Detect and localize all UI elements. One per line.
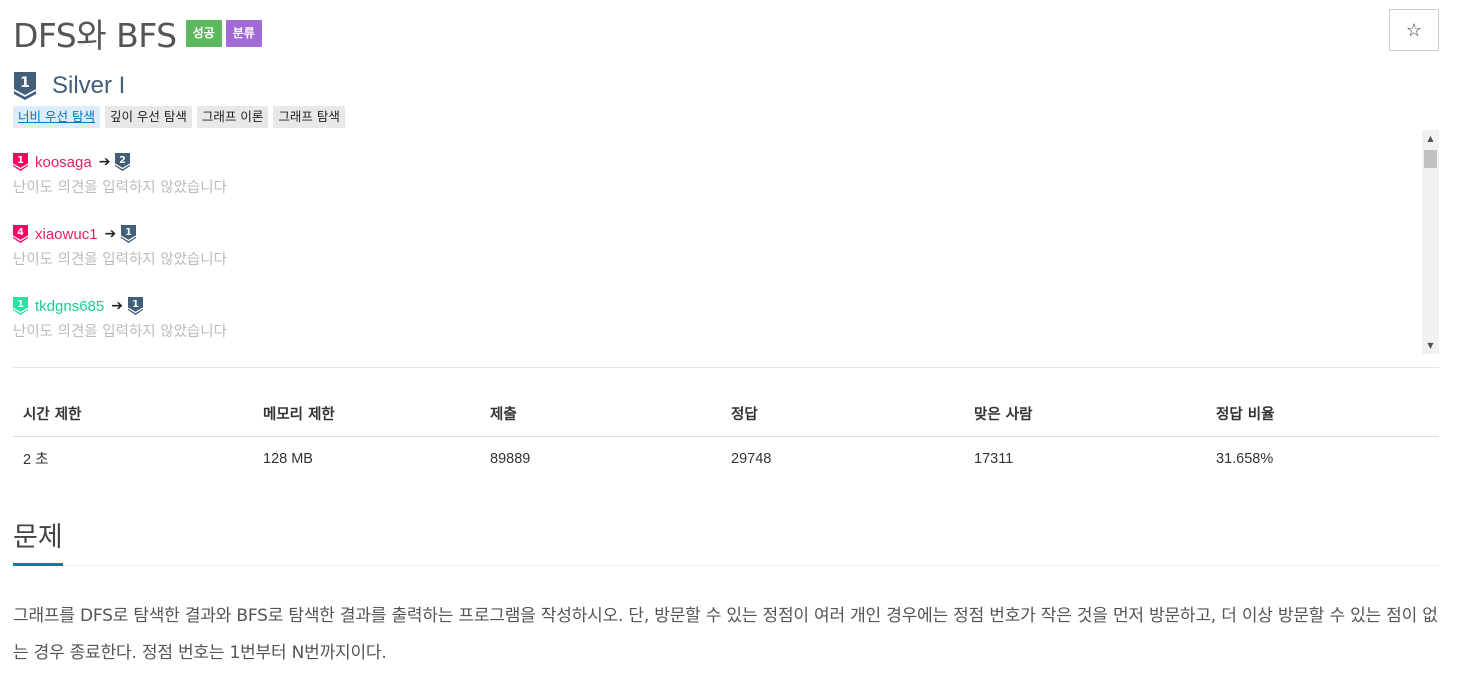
title-row: DFS와 BFS 성공 분류: [13, 10, 262, 56]
scroll-thumb[interactable]: [1424, 150, 1437, 168]
opinion-text: 난이도 의견을 입력하지 않았습니다: [13, 324, 227, 340]
silver-tier-icon: 1: [121, 225, 137, 243]
time-limit-value: 2 초: [23, 452, 49, 469]
arrow-icon: ➔: [98, 154, 111, 170]
tier-name: Silver I: [52, 72, 126, 99]
tier-row: 1 Silver I: [13, 70, 125, 102]
to-tier-number: 2: [120, 155, 127, 166]
from-tier-number: 1: [17, 299, 24, 310]
tag-graph-traversal[interactable]: 그래프 탐색: [273, 106, 345, 128]
header-accepted: 정답: [721, 391, 964, 437]
header-accept-ratio: 정답 비율: [1206, 391, 1439, 437]
scroll-up-icon[interactable]: ▲: [1422, 130, 1439, 147]
opinion-item: 1 tkdgns685 ➔ 1 난이도 의견을 입력하지 않았습니다: [13, 296, 227, 341]
ruby-tier-icon: 1: [13, 153, 28, 171]
category-label[interactable]: 분류: [225, 19, 262, 47]
problem-description: 그래프를 DFS로 탐색한 결과와 BFS로 탐색한 결과를 출력하는 프로그램…: [13, 606, 1438, 663]
table-header-row: 시간 제한 메모리 제한 제출 정답 맞은 사람 정답 비율: [13, 391, 1439, 437]
opinion-user[interactable]: xiaowuc1: [35, 226, 98, 243]
silver-tier-icon: 1: [13, 72, 37, 100]
to-tier-number: 1: [132, 299, 139, 310]
silver-tier-icon: 2: [115, 153, 131, 171]
success-label[interactable]: 성공: [185, 19, 222, 47]
opinion-text: 난이도 의견을 입력하지 않았습니다: [13, 252, 227, 268]
accepted-value: 29748: [731, 450, 772, 467]
tag-bfs[interactable]: 너비 우선 탐색: [13, 106, 100, 128]
header-memory-limit: 메모리 제한: [253, 391, 480, 437]
header-submissions: 제출: [480, 391, 721, 437]
difficulty-opinions[interactable]: 1 koosaga ➔ 2 난이도 의견을 입력하지 않았습니다 4 xiaow…: [13, 130, 1439, 354]
problem-section-header: 문제: [13, 518, 1439, 566]
algorithm-tags: 너비 우선 탐색 깊이 우선 탐색 그래프 이론 그래프 탐색: [13, 106, 345, 128]
opinions-scrollbar[interactable]: ▲ ▼: [1422, 130, 1439, 354]
master-tier-icon: 1: [13, 297, 28, 315]
arrow-icon: ➔: [104, 226, 117, 242]
solvers-value: 17311: [974, 450, 1014, 467]
scroll-down-icon[interactable]: ▼: [1422, 337, 1439, 354]
problem-title: DFS와 BFS: [13, 16, 177, 55]
arrow-icon: ➔: [111, 298, 123, 314]
memory-limit-value: 128 MB: [263, 450, 313, 467]
opinion-text: 난이도 의견을 입력하지 않았습니다: [13, 180, 227, 196]
ruby-tier-icon: 4: [13, 225, 28, 243]
opinion-user[interactable]: koosaga: [35, 154, 92, 171]
table-row: 2 초 128 MB 89889 29748 17311 31.658%: [13, 436, 1439, 481]
tag-graph-theory[interactable]: 그래프 이론: [196, 106, 269, 128]
opinion-item: 1 koosaga ➔ 2 난이도 의견을 입력하지 않았습니다: [13, 152, 227, 197]
silver-tier-icon: 1: [127, 297, 143, 315]
from-tier-number: 4: [17, 227, 24, 238]
problem-info-table: 시간 제한 메모리 제한 제출 정답 맞은 사람 정답 비율 2 초 128 M…: [13, 391, 1439, 481]
divider: [13, 367, 1439, 368]
header-solvers: 맞은 사람: [964, 391, 1206, 437]
opinion-user[interactable]: tkdgns685: [35, 298, 104, 315]
header-time-limit: 시간 제한: [13, 391, 253, 437]
star-icon: ☆: [1405, 19, 1423, 40]
from-tier-number: 1: [17, 155, 24, 166]
tag-dfs[interactable]: 깊이 우선 탐색: [104, 106, 192, 128]
section-title: 문제: [13, 518, 63, 566]
accept-ratio-value: 31.658%: [1216, 450, 1274, 467]
tier-number: 1: [20, 75, 30, 91]
submissions-value: 89889: [490, 450, 531, 467]
to-tier-number: 1: [125, 227, 132, 238]
opinion-item: 4 xiaowuc1 ➔ 1 난이도 의견을 입력하지 않았습니다: [13, 224, 227, 269]
star-button[interactable]: ☆: [1389, 9, 1439, 51]
